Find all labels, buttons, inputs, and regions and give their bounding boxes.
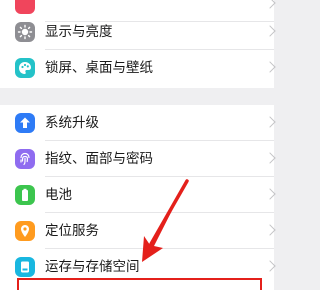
settings-item-battery[interactable]: 电池: [0, 177, 276, 213]
wallpaper-palette-icon: [15, 58, 35, 78]
settings-item-location[interactable]: 定位服务: [0, 213, 276, 249]
system-update-icon: [15, 113, 35, 133]
chevron-right-icon: [264, 260, 276, 272]
battery-icon: [15, 185, 35, 205]
settings-group-display: 显示与亮度 锁屏、桌面与壁纸: [0, 0, 276, 88]
settings-item-label: 系统升级: [45, 115, 99, 131]
chevron-right-icon: [264, 224, 276, 236]
settings-item-label: 电池: [45, 187, 72, 203]
chevron-right-icon: [264, 25, 276, 37]
storage-icon: [15, 257, 35, 277]
settings-group-system: 系统升级 指纹、面部与密码 电池 定位服务 运存与存储空间: [0, 105, 276, 290]
settings-item-display[interactable]: 显示与亮度: [0, 14, 276, 50]
settings-item-label: 指纹、面部与密码: [45, 151, 153, 167]
settings-item-label: 显示与亮度: [45, 24, 113, 40]
chevron-right-icon: [264, 0, 276, 9]
settings-item-label: 锁屏、桌面与壁纸: [45, 60, 153, 76]
chevron-right-icon: [264, 116, 276, 128]
settings-item-fingerprint[interactable]: 指纹、面部与密码: [0, 141, 276, 177]
display-brightness-icon: [15, 22, 35, 42]
settings-item-system-update[interactable]: 系统升级: [0, 105, 276, 141]
location-icon: [15, 221, 35, 241]
settings-item-wallpaper[interactable]: 锁屏、桌面与壁纸: [0, 50, 276, 86]
chevron-right-icon: [264, 188, 276, 200]
chevron-right-icon: [264, 61, 276, 73]
app-icon: [15, 0, 35, 14]
chevron-right-icon: [264, 152, 276, 164]
settings-item-label: 定位服务: [45, 223, 99, 239]
fingerprint-icon: [15, 149, 35, 169]
highlight-box: [17, 278, 262, 290]
